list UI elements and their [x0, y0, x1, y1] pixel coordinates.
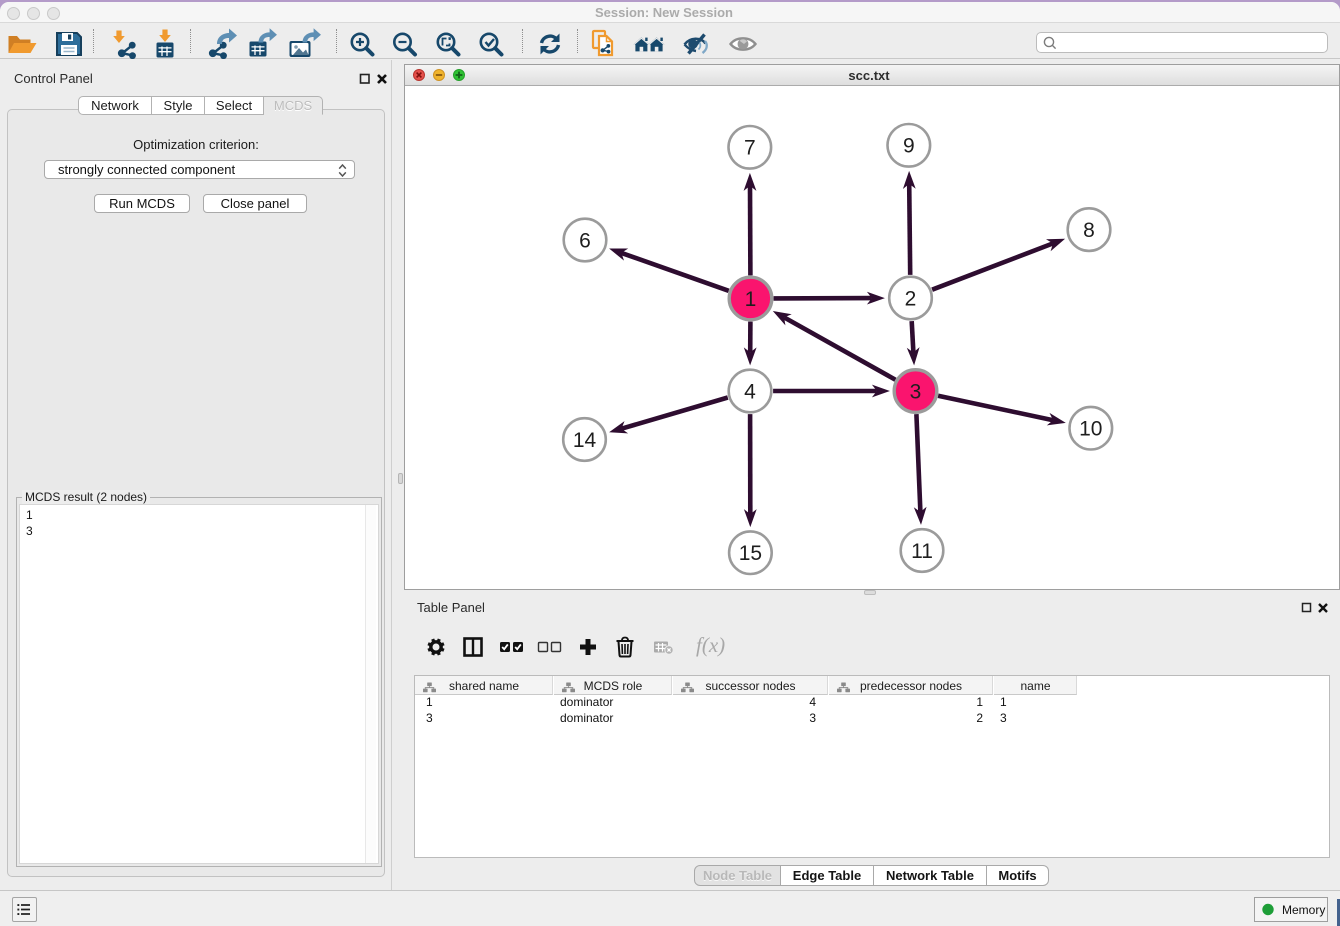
svg-text:8: 8 [1083, 219, 1095, 242]
svg-text:2: 2 [905, 287, 917, 310]
svg-text:4: 4 [744, 380, 756, 403]
svg-text:3: 3 [910, 380, 922, 403]
svg-text:6: 6 [579, 229, 591, 252]
svg-text:9: 9 [903, 135, 915, 158]
svg-text:15: 15 [739, 542, 762, 565]
svg-text:10: 10 [1079, 418, 1102, 441]
svg-text:14: 14 [573, 429, 597, 452]
svg-text:7: 7 [744, 137, 756, 160]
svg-text:1: 1 [745, 288, 757, 311]
svg-text:11: 11 [911, 540, 933, 563]
